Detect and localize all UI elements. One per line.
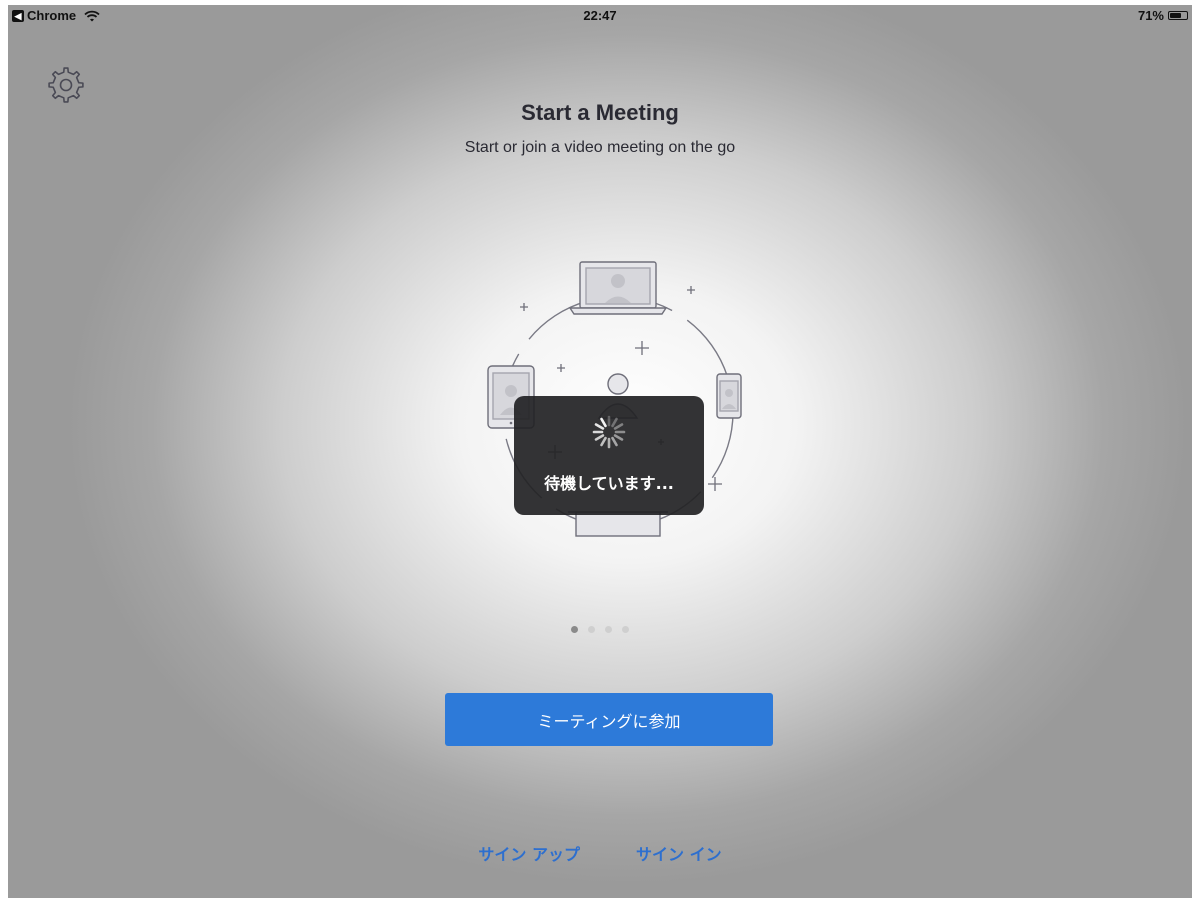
sign-up-link[interactable]: サイン アップ — [478, 841, 580, 865]
battery-status: 71% — [1138, 8, 1188, 23]
page-dot[interactable] — [605, 626, 612, 633]
loading-overlay: 待機しています... — [514, 396, 704, 515]
spinner-spoke — [600, 436, 607, 447]
laptop-icon — [568, 261, 668, 315]
spinner-icon — [592, 415, 626, 449]
page-indicator — [8, 626, 1192, 633]
battery-icon — [1168, 11, 1188, 20]
spinner-spoke — [611, 417, 618, 428]
battery-fill — [1170, 13, 1182, 18]
app-screen: ◀ Chrome 22:47 71% Start a Meeting Start… — [8, 5, 1192, 898]
spinner-spoke — [600, 417, 607, 428]
spinner-spoke — [613, 434, 624, 441]
join-meeting-button[interactable]: ミーティングに参加 — [445, 693, 773, 746]
page-subtitle: Start or join a video meeting on the go — [464, 139, 736, 156]
phone-icon — [716, 373, 742, 419]
spinner-spoke — [594, 434, 605, 441]
page-dot[interactable] — [622, 626, 629, 633]
spinner-spoke — [611, 436, 618, 447]
status-time: 22:47 — [583, 8, 617, 23]
page-title: Start a Meeting — [521, 100, 679, 125]
auth-links: サイン アップ サイン イン — [8, 841, 1192, 865]
loading-text: 待機しています... — [544, 474, 674, 493]
spinner-spoke — [613, 423, 624, 430]
page-dot[interactable] — [571, 626, 578, 633]
sign-in-link[interactable]: サイン イン — [636, 841, 722, 865]
spinner-spoke — [594, 423, 605, 430]
status-bar: ◀ Chrome 22:47 71% — [8, 5, 1192, 25]
battery-percent: 71% — [1137, 8, 1164, 23]
page-dot[interactable] — [588, 626, 595, 633]
desktop-icon — [568, 511, 668, 537]
